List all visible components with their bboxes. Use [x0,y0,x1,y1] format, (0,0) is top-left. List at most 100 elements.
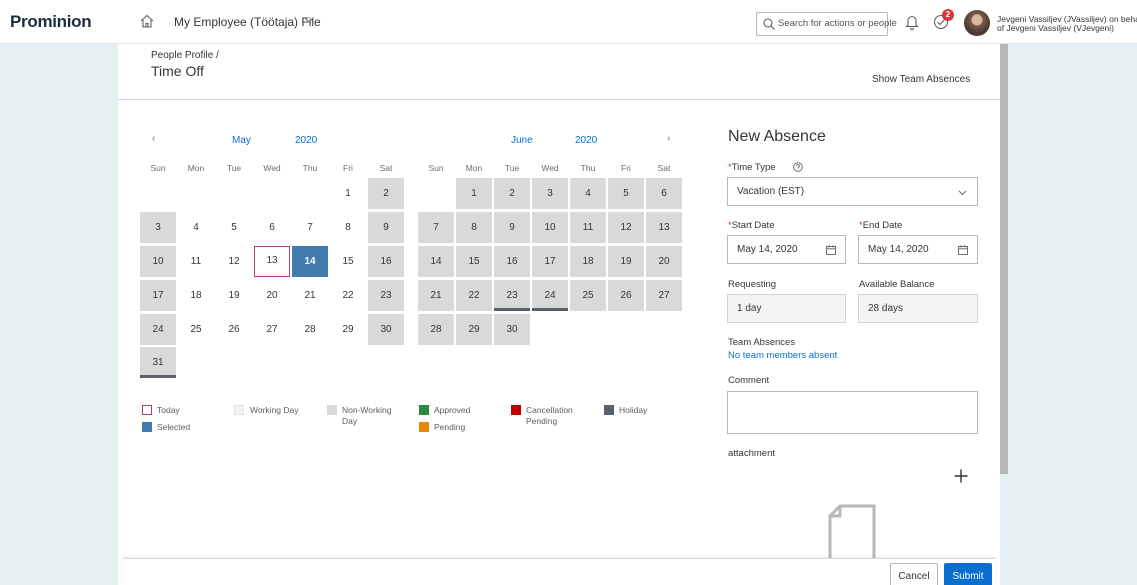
calendar-day[interactable]: 19 [216,280,252,311]
month-year[interactable]: 2020 [575,135,597,146]
calendar-day[interactable]: 24 [140,314,176,345]
calendar-day[interactable]: 12 [216,246,252,277]
calendar-day[interactable]: 11 [570,212,606,243]
comment-label: Comment [728,375,770,386]
legend-working-day: Working Day [250,405,299,415]
calendar-day[interactable]: 10 [532,212,568,243]
calendar-day[interactable]: 15 [456,246,492,277]
calendar-day[interactable]: 18 [570,246,606,277]
next-month-icon[interactable]: › [667,133,670,144]
calendar-day[interactable]: 20 [646,246,682,277]
start-date-picker[interactable]: May 14, 2020 [727,235,846,264]
calendar-day[interactable]: 29 [330,314,366,345]
chevron-down-icon[interactable] [304,15,314,25]
calendar-day[interactable]: 7 [292,212,328,243]
calendar-day[interactable]: 25 [570,280,606,311]
calendar-day[interactable]: 8 [456,212,492,243]
calendar-day[interactable]: 7 [418,212,454,243]
calendar-day[interactable]: 15 [330,246,366,277]
calendar-day[interactable]: 25 [178,314,214,345]
calendar-day[interactable]: 30 [494,314,530,345]
calendar-day[interactable]: 9 [368,212,404,243]
proxy-user-name[interactable]: of Jevgeni Vassiljev (VJevgeni) [997,23,1114,33]
calendar-day-selected[interactable]: 14 [292,246,328,277]
calendar-day[interactable]: 21 [418,280,454,311]
calendar-day[interactable]: 27 [254,314,290,345]
calendar-day[interactable]: 23 [368,280,404,311]
calendar-day[interactable]: 26 [608,280,644,311]
legend-nonworking-day: Non-Working Day [342,405,391,427]
previous-month-icon[interactable]: ‹ [152,133,155,144]
calendar-day[interactable]: 28 [418,314,454,345]
calendar-day[interactable]: 2 [368,178,404,209]
calendar-day[interactable]: 13 [646,212,682,243]
cancel-button[interactable]: Cancel [890,563,938,585]
help-icon[interactable] [793,162,803,172]
calendar-day[interactable]: 22 [456,280,492,311]
end-date-picker[interactable]: May 14, 2020 [858,235,978,264]
requesting-value: 1 day [727,294,846,323]
calendar-day[interactable]: 2 [494,178,530,209]
bell-icon[interactable] [905,14,919,30]
legend-pending: Pending [434,422,466,432]
calendar-day-today[interactable]: 13 [254,246,290,277]
calendar-day[interactable]: 28 [292,314,328,345]
page-title: Time Off [151,63,204,79]
legend-pending-swatch [419,422,429,432]
calendar-day[interactable]: 6 [254,212,290,243]
app-title-menu[interactable]: My Employee (Töötaja) File [174,15,321,29]
calendar-day[interactable]: 19 [608,246,644,277]
calendar-day[interactable]: 31 [140,347,176,378]
calendar-day[interactable]: 8 [330,212,366,243]
calendar-day[interactable]: 3 [532,178,568,209]
calendar-day[interactable]: 17 [140,280,176,311]
calendar-day[interactable]: 17 [532,246,568,277]
weekday-header: Mon [465,163,483,173]
company-logo[interactable]: Prominion [10,12,92,32]
month-year[interactable]: 2020 [295,135,317,146]
calendar-day[interactable]: 29 [456,314,492,345]
calendar-icon[interactable] [826,245,836,255]
search-input[interactable]: Search for actions or people [756,12,897,36]
calendar-day[interactable]: 10 [140,246,176,277]
calendar-day[interactable]: 23 [494,280,530,311]
show-team-absences-link[interactable]: Show Team Absences [872,74,970,85]
calendar-icon[interactable] [958,245,968,255]
calendar-day[interactable]: 5 [216,212,252,243]
comment-textarea[interactable] [727,391,978,434]
calendar-day[interactable]: 11 [178,246,214,277]
calendar-day[interactable]: 22 [330,280,366,311]
available-balance-label: Available Balance [859,279,935,290]
calendar-day[interactable]: 12 [608,212,644,243]
calendar-day[interactable]: 16 [368,246,404,277]
team-absences-link[interactable]: No team members absent [728,350,837,361]
calendar-day[interactable]: 21 [292,280,328,311]
calendar-day[interactable]: 27 [646,280,682,311]
calendar-day[interactable]: 5 [608,178,644,209]
page-scrollbar[interactable] [1000,44,1008,474]
legend-holiday: Holiday [619,405,648,415]
home-icon[interactable] [139,13,155,29]
month-name[interactable]: June [511,135,533,146]
calendar-day[interactable]: 3 [140,212,176,243]
calendar-day[interactable]: 24 [532,280,568,311]
calendar-day[interactable]: 1 [456,178,492,209]
add-icon[interactable] [953,468,969,484]
calendar-day[interactable]: 30 [368,314,404,345]
calendar-day[interactable]: 16 [494,246,530,277]
calendar-day[interactable]: 26 [216,314,252,345]
month-name[interactable]: May [232,135,251,146]
calendar-day[interactable]: 18 [178,280,214,311]
calendar-day[interactable]: 1 [330,178,366,209]
submit-button[interactable]: Submit [944,563,992,585]
calendar-day[interactable]: 4 [570,178,606,209]
calendar-day[interactable]: 4 [178,212,214,243]
time-type-select[interactable]: Vacation (EST) [727,177,978,206]
avatar[interactable] [964,10,990,36]
calendar-day[interactable]: 9 [494,212,530,243]
calendar-day[interactable]: 20 [254,280,290,311]
legend-cancellation-line1: Cancellation [526,405,573,415]
breadcrumb[interactable]: People Profile / [151,50,219,61]
calendar-day[interactable]: 14 [418,246,454,277]
calendar-day[interactable]: 6 [646,178,682,209]
